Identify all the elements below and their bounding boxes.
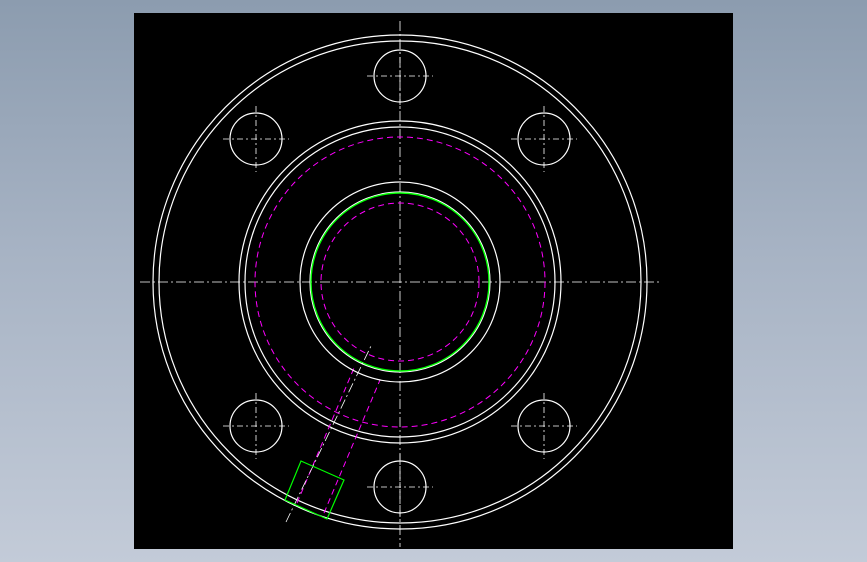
hidden-port-line-right <box>323 379 381 514</box>
centerlines <box>140 21 662 547</box>
bolt-hole-upper-left <box>223 106 289 172</box>
tapped-port <box>284 460 345 520</box>
bolt-hole-bottom <box>367 454 433 520</box>
bolt-hole-lower-left <box>223 393 289 459</box>
bolt-hole-lower-right <box>511 393 577 459</box>
cad-viewport[interactable] <box>134 13 733 549</box>
flange-drawing <box>140 21 662 547</box>
port-axis-centerline <box>285 345 372 523</box>
bolt-hole-top <box>367 43 433 109</box>
hidden-port-line-left <box>296 367 355 504</box>
bolt-hole-upper-right <box>511 106 577 172</box>
port-counterbore <box>284 460 345 520</box>
